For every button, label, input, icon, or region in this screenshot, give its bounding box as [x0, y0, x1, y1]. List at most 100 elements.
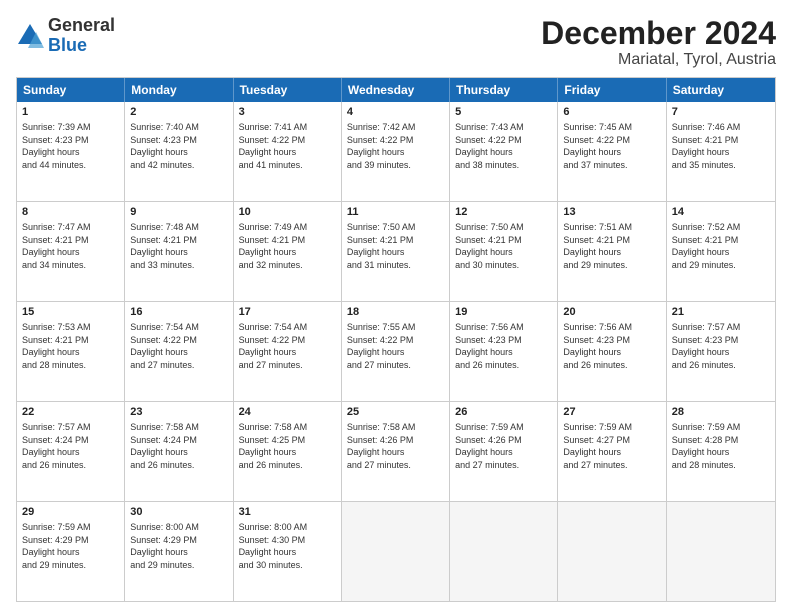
day-info: Sunrise: 7:57 AMSunset: 4:23 PMDaylight … — [672, 321, 770, 371]
day-cell-1: 1Sunrise: 7:39 AMSunset: 4:23 PMDaylight… — [17, 102, 125, 201]
day-info: Sunrise: 7:57 AMSunset: 4:24 PMDaylight … — [22, 421, 119, 471]
day-number: 10 — [239, 205, 336, 220]
day-number: 20 — [563, 305, 660, 320]
day-number: 31 — [239, 505, 336, 520]
day-cell-5: 5Sunrise: 7:43 AMSunset: 4:22 PMDaylight… — [450, 102, 558, 201]
day-cell-10: 10Sunrise: 7:49 AMSunset: 4:21 PMDayligh… — [234, 202, 342, 301]
day-number: 30 — [130, 505, 227, 520]
day-header-sunday: Sunday — [17, 78, 125, 102]
day-info: Sunrise: 8:00 AMSunset: 4:29 PMDaylight … — [130, 521, 227, 571]
day-info: Sunrise: 7:39 AMSunset: 4:23 PMDaylight … — [22, 121, 119, 171]
day-info: Sunrise: 7:58 AMSunset: 4:26 PMDaylight … — [347, 421, 444, 471]
day-cell-18: 18Sunrise: 7:55 AMSunset: 4:22 PMDayligh… — [342, 302, 450, 401]
day-info: Sunrise: 7:47 AMSunset: 4:21 PMDaylight … — [22, 221, 119, 271]
day-info: Sunrise: 7:59 AMSunset: 4:28 PMDaylight … — [672, 421, 770, 471]
empty-cell — [667, 502, 775, 601]
day-info: Sunrise: 7:40 AMSunset: 4:23 PMDaylight … — [130, 121, 227, 171]
day-number: 5 — [455, 105, 552, 120]
day-cell-15: 15Sunrise: 7:53 AMSunset: 4:21 PMDayligh… — [17, 302, 125, 401]
day-info: Sunrise: 7:58 AMSunset: 4:24 PMDaylight … — [130, 421, 227, 471]
logo-icon — [16, 22, 44, 50]
day-info: Sunrise: 7:59 AMSunset: 4:26 PMDaylight … — [455, 421, 552, 471]
day-number: 2 — [130, 105, 227, 120]
day-cell-24: 24Sunrise: 7:58 AMSunset: 4:25 PMDayligh… — [234, 402, 342, 501]
calendar-week-4: 22Sunrise: 7:57 AMSunset: 4:24 PMDayligh… — [17, 401, 775, 501]
title-block: December 2024 Mariatal, Tyrol, Austria — [541, 16, 776, 69]
day-number: 15 — [22, 305, 119, 320]
day-cell-28: 28Sunrise: 7:59 AMSunset: 4:28 PMDayligh… — [667, 402, 775, 501]
logo: General Blue — [16, 16, 115, 56]
day-cell-6: 6Sunrise: 7:45 AMSunset: 4:22 PMDaylight… — [558, 102, 666, 201]
calendar-body: 1Sunrise: 7:39 AMSunset: 4:23 PMDaylight… — [17, 102, 775, 601]
day-info: Sunrise: 7:50 AMSunset: 4:21 PMDaylight … — [347, 221, 444, 271]
day-number: 1 — [22, 105, 119, 120]
day-info: Sunrise: 7:51 AMSunset: 4:21 PMDaylight … — [563, 221, 660, 271]
day-info: Sunrise: 7:53 AMSunset: 4:21 PMDaylight … — [22, 321, 119, 371]
day-cell-26: 26Sunrise: 7:59 AMSunset: 4:26 PMDayligh… — [450, 402, 558, 501]
day-number: 27 — [563, 405, 660, 420]
day-cell-13: 13Sunrise: 7:51 AMSunset: 4:21 PMDayligh… — [558, 202, 666, 301]
day-cell-19: 19Sunrise: 7:56 AMSunset: 4:23 PMDayligh… — [450, 302, 558, 401]
day-cell-25: 25Sunrise: 7:58 AMSunset: 4:26 PMDayligh… — [342, 402, 450, 501]
empty-cell — [558, 502, 666, 601]
day-cell-11: 11Sunrise: 7:50 AMSunset: 4:21 PMDayligh… — [342, 202, 450, 301]
day-info: Sunrise: 7:54 AMSunset: 4:22 PMDaylight … — [130, 321, 227, 371]
day-info: Sunrise: 7:55 AMSunset: 4:22 PMDaylight … — [347, 321, 444, 371]
day-number: 23 — [130, 405, 227, 420]
day-cell-2: 2Sunrise: 7:40 AMSunset: 4:23 PMDaylight… — [125, 102, 233, 201]
logo-general: General — [48, 16, 115, 36]
header: General Blue December 2024 Mariatal, Tyr… — [16, 16, 776, 69]
day-cell-17: 17Sunrise: 7:54 AMSunset: 4:22 PMDayligh… — [234, 302, 342, 401]
day-number: 22 — [22, 405, 119, 420]
day-cell-9: 9Sunrise: 7:48 AMSunset: 4:21 PMDaylight… — [125, 202, 233, 301]
day-number: 19 — [455, 305, 552, 320]
day-info: Sunrise: 7:54 AMSunset: 4:22 PMDaylight … — [239, 321, 336, 371]
day-info: Sunrise: 7:48 AMSunset: 4:21 PMDaylight … — [130, 221, 227, 271]
day-info: Sunrise: 7:45 AMSunset: 4:22 PMDaylight … — [563, 121, 660, 171]
day-cell-4: 4Sunrise: 7:42 AMSunset: 4:22 PMDaylight… — [342, 102, 450, 201]
day-info: Sunrise: 7:41 AMSunset: 4:22 PMDaylight … — [239, 121, 336, 171]
day-info: Sunrise: 7:59 AMSunset: 4:27 PMDaylight … — [563, 421, 660, 471]
day-info: Sunrise: 7:46 AMSunset: 4:21 PMDaylight … — [672, 121, 770, 171]
location: Mariatal, Tyrol, Austria — [541, 51, 776, 69]
day-cell-31: 31Sunrise: 8:00 AMSunset: 4:30 PMDayligh… — [234, 502, 342, 601]
day-cell-20: 20Sunrise: 7:56 AMSunset: 4:23 PMDayligh… — [558, 302, 666, 401]
day-number: 3 — [239, 105, 336, 120]
day-number: 24 — [239, 405, 336, 420]
day-cell-12: 12Sunrise: 7:50 AMSunset: 4:21 PMDayligh… — [450, 202, 558, 301]
calendar-week-5: 29Sunrise: 7:59 AMSunset: 4:29 PMDayligh… — [17, 501, 775, 601]
day-info: Sunrise: 7:58 AMSunset: 4:25 PMDaylight … — [239, 421, 336, 471]
day-info: Sunrise: 7:59 AMSunset: 4:29 PMDaylight … — [22, 521, 119, 571]
day-number: 7 — [672, 105, 770, 120]
day-header-tuesday: Tuesday — [234, 78, 342, 102]
day-number: 4 — [347, 105, 444, 120]
logo-blue: Blue — [48, 36, 115, 56]
day-cell-7: 7Sunrise: 7:46 AMSunset: 4:21 PMDaylight… — [667, 102, 775, 201]
day-number: 6 — [563, 105, 660, 120]
day-header-thursday: Thursday — [450, 78, 558, 102]
day-cell-29: 29Sunrise: 7:59 AMSunset: 4:29 PMDayligh… — [17, 502, 125, 601]
calendar-week-1: 1Sunrise: 7:39 AMSunset: 4:23 PMDaylight… — [17, 102, 775, 201]
day-cell-8: 8Sunrise: 7:47 AMSunset: 4:21 PMDaylight… — [17, 202, 125, 301]
month-title: December 2024 — [541, 16, 776, 51]
day-info: Sunrise: 7:52 AMSunset: 4:21 PMDaylight … — [672, 221, 770, 271]
day-number: 21 — [672, 305, 770, 320]
day-info: Sunrise: 8:00 AMSunset: 4:30 PMDaylight … — [239, 521, 336, 571]
day-number: 25 — [347, 405, 444, 420]
day-cell-14: 14Sunrise: 7:52 AMSunset: 4:21 PMDayligh… — [667, 202, 775, 301]
day-number: 17 — [239, 305, 336, 320]
calendar-header: SundayMondayTuesdayWednesdayThursdayFrid… — [17, 78, 775, 102]
day-cell-3: 3Sunrise: 7:41 AMSunset: 4:22 PMDaylight… — [234, 102, 342, 201]
day-number: 9 — [130, 205, 227, 220]
page: General Blue December 2024 Mariatal, Tyr… — [0, 0, 792, 612]
calendar-week-2: 8Sunrise: 7:47 AMSunset: 4:21 PMDaylight… — [17, 201, 775, 301]
calendar: SundayMondayTuesdayWednesdayThursdayFrid… — [16, 77, 776, 602]
day-header-monday: Monday — [125, 78, 233, 102]
day-number: 13 — [563, 205, 660, 220]
day-cell-16: 16Sunrise: 7:54 AMSunset: 4:22 PMDayligh… — [125, 302, 233, 401]
day-cell-30: 30Sunrise: 8:00 AMSunset: 4:29 PMDayligh… — [125, 502, 233, 601]
logo-text: General Blue — [48, 16, 115, 56]
day-number: 26 — [455, 405, 552, 420]
day-cell-23: 23Sunrise: 7:58 AMSunset: 4:24 PMDayligh… — [125, 402, 233, 501]
day-info: Sunrise: 7:56 AMSunset: 4:23 PMDaylight … — [455, 321, 552, 371]
